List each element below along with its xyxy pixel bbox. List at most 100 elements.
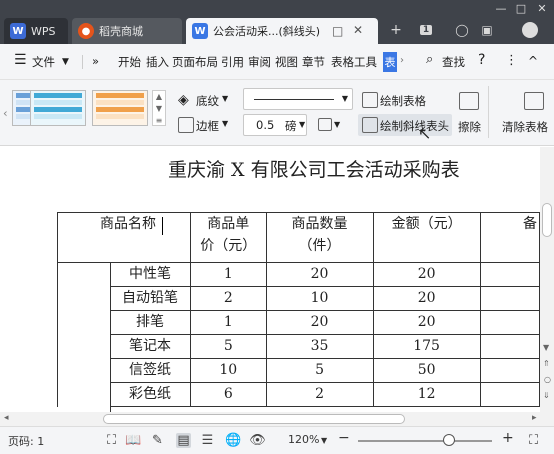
- scroll-left-icon[interactable]: ◂: [4, 413, 9, 423]
- zoom-level[interactable]: 120%: [288, 433, 319, 446]
- tab-table-style[interactable]: 表: [383, 52, 397, 72]
- search-icon[interactable]: ⌕: [426, 52, 433, 67]
- edit-mode-icon[interactable]: ✎: [150, 433, 165, 448]
- table-cell-remarks[interactable]: [479, 334, 540, 359]
- line-style-dropdown[interactable]: ▼: [243, 88, 353, 110]
- minimize-icon[interactable]: —: [492, 0, 510, 16]
- border-dropdown-icon[interactable]: ▼: [222, 119, 228, 128]
- table-cell-remarks[interactable]: [479, 382, 540, 407]
- tab-review[interactable]: 审阅: [248, 54, 271, 70]
- table-cell-amount[interactable]: 50: [372, 358, 481, 383]
- reading-mode-icon[interactable]: 📖: [125, 433, 141, 448]
- tab-menu-icon[interactable]: □: [332, 24, 343, 38]
- vertical-scroll-thumb[interactable]: [542, 203, 552, 237]
- skin-icon[interactable]: ◯: [452, 20, 472, 40]
- zoom-out-button[interactable]: −: [338, 430, 350, 446]
- prev-page-icon[interactable]: ⇑: [543, 359, 550, 368]
- horizontal-scrollbar[interactable]: ◂ ▸: [0, 412, 554, 426]
- table-cell-quantity[interactable]: 20: [265, 310, 374, 335]
- tab-page-layout[interactable]: 页面布局: [172, 54, 218, 70]
- table-cell-amount[interactable]: 20: [372, 310, 481, 335]
- tab-table-tools[interactable]: 表格工具: [331, 54, 377, 70]
- new-tab-button[interactable]: +: [386, 20, 406, 40]
- table-style-swatch-3[interactable]: [92, 90, 148, 126]
- page-view-icon[interactable]: ▤: [176, 433, 191, 448]
- menu-hamburger-icon[interactable]: ☰: [14, 52, 27, 68]
- page-number[interactable]: 页码: 1: [8, 433, 44, 449]
- next-page-icon[interactable]: ⇓: [543, 391, 550, 400]
- table-cell-quantity[interactable]: 2: [265, 382, 374, 407]
- zoom-in-button[interactable]: +: [502, 430, 514, 446]
- line-width-field[interactable]: 0.5 磅 ▼: [243, 114, 307, 136]
- table-style-swatch-2[interactable]: [30, 90, 86, 126]
- table-cell-unit-price[interactable]: 5: [190, 334, 267, 359]
- fullscreen-icon[interactable]: ⛶: [104, 433, 119, 448]
- erase-button[interactable]: 擦除: [458, 119, 481, 135]
- table-cell-amount[interactable]: 12: [372, 382, 481, 407]
- document-area[interactable]: 重庆渝 X 有限公司工会活动采购表 商品名称 商品单 价（元） 商品数量 （件）…: [0, 147, 540, 412]
- scroll-right-icon[interactable]: ▸: [532, 413, 537, 423]
- tab-daoke-store[interactable]: ● 稻壳商城: [72, 18, 182, 44]
- close-window-icon[interactable]: ✕: [533, 0, 551, 16]
- tab-insert[interactable]: 插入: [146, 54, 169, 70]
- fit-window-icon[interactable]: ⛶: [526, 433, 541, 448]
- table-cell-remarks[interactable]: [479, 262, 540, 287]
- header-quantity[interactable]: 商品数量 （件）: [265, 212, 374, 263]
- table-cell-quantity[interactable]: 20: [265, 262, 374, 287]
- table-cell-quantity[interactable]: 35: [265, 334, 374, 359]
- header-unit-price[interactable]: 商品单 价（元）: [190, 212, 267, 263]
- vertical-scrollbar[interactable]: ▼ ⇑ ○ ⇓: [540, 147, 554, 412]
- table-cell-amount[interactable]: 20: [372, 262, 481, 287]
- header-product-name[interactable]: 商品名称: [56, 212, 192, 263]
- header-amount[interactable]: 金额（元）: [372, 212, 481, 263]
- collapse-ribbon-icon[interactable]: ^: [528, 54, 538, 68]
- more-options-icon[interactable]: ⋮: [505, 53, 518, 68]
- draw-table-button[interactable]: 绘制表格: [380, 93, 426, 109]
- table-cell-unit-price[interactable]: 6: [190, 382, 267, 407]
- draw-diagonal-header-button[interactable]: 绘制斜线表头: [358, 114, 452, 136]
- file-menu[interactable]: 文件: [32, 54, 55, 70]
- border-button[interactable]: 边框: [196, 118, 219, 134]
- select-browse-icon[interactable]: ○: [544, 375, 551, 384]
- avatar[interactable]: [520, 20, 540, 40]
- scroll-tabs-right-icon[interactable]: ›: [400, 55, 404, 66]
- style-gallery-scroll[interactable]: ▲ ▼ ≡: [152, 90, 166, 126]
- search-label[interactable]: 查找: [442, 54, 465, 70]
- table-cell-unit-price[interactable]: 10: [190, 358, 267, 383]
- ribbon-scroll-left-icon[interactable]: ‹: [3, 106, 8, 120]
- table-cell-quantity[interactable]: 10: [265, 286, 374, 311]
- table-cell-amount[interactable]: 175: [372, 334, 481, 359]
- more-tabs-button[interactable]: »: [92, 54, 99, 68]
- tab-count-button[interactable]: 1: [416, 20, 436, 40]
- horizontal-scroll-thumb[interactable]: [103, 414, 405, 424]
- tab-close-icon[interactable]: ✕: [353, 23, 363, 37]
- maximize-icon[interactable]: □: [512, 0, 530, 16]
- line-color-dropdown-icon[interactable]: ▼: [334, 120, 340, 129]
- shading-button[interactable]: 底纹: [196, 93, 219, 109]
- zoom-dropdown-icon[interactable]: ▼: [321, 436, 327, 445]
- tab-wps[interactable]: W WPS: [4, 18, 68, 44]
- tab-references[interactable]: 引用: [221, 54, 244, 70]
- zoom-slider-track[interactable]: [358, 440, 492, 442]
- zoom-slider-knob[interactable]: [443, 434, 456, 446]
- table-cell-unit-price[interactable]: 1: [190, 262, 267, 287]
- clear-table-button[interactable]: 清除表格: [502, 119, 548, 135]
- tab-document[interactable]: W 公会活动采...(斜线头) □ ✕: [186, 18, 378, 44]
- table-cell-unit-price[interactable]: 2: [190, 286, 267, 311]
- table-cell-unit-price[interactable]: 1: [190, 310, 267, 335]
- table-cell-remarks[interactable]: [479, 358, 540, 383]
- tab-sections[interactable]: 章节: [302, 54, 325, 70]
- file-menu-chevron-icon[interactable]: ▼: [62, 57, 69, 67]
- purchase-table[interactable]: 商品名称 商品单 价（元） 商品数量 （件） 金额（元） 备 中性笔 1 20 20 自…: [56, 212, 540, 407]
- eye-protection-icon[interactable]: 👁: [249, 433, 266, 448]
- table-cell-amount[interactable]: 20: [372, 286, 481, 311]
- table-cell-quantity[interactable]: 5: [265, 358, 374, 383]
- table-cell-remarks[interactable]: [479, 286, 540, 311]
- outline-view-icon[interactable]: ☰: [200, 433, 215, 448]
- web-view-icon[interactable]: 🌐: [225, 433, 241, 448]
- tab-view[interactable]: 视图: [275, 54, 298, 70]
- table-cell-remarks[interactable]: [479, 310, 540, 335]
- line-color-icon[interactable]: [318, 118, 332, 131]
- shading-dropdown-icon[interactable]: ▼: [222, 94, 228, 103]
- help-icon[interactable]: ?: [478, 52, 485, 68]
